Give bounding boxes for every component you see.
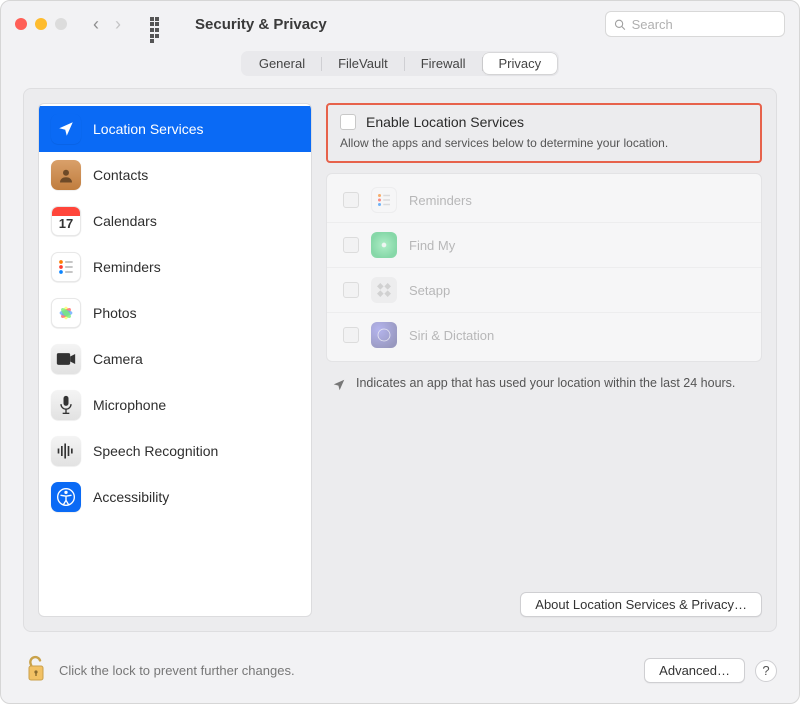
microphone-icon xyxy=(51,390,81,420)
lock-text: Click the lock to prevent further change… xyxy=(59,663,295,678)
siri-icon xyxy=(371,322,397,348)
app-row-reminders[interactable]: Reminders xyxy=(327,178,761,223)
sidebar-item-label: Speech Recognition xyxy=(93,443,218,459)
sidebar-item-microphone[interactable]: Microphone xyxy=(39,382,311,428)
app-checkbox[interactable] xyxy=(343,192,359,208)
advanced-button[interactable]: Advanced… xyxy=(644,658,745,683)
app-row-setapp[interactable]: Setapp xyxy=(327,268,761,313)
enable-location-subtext: Allow the apps and services below to det… xyxy=(340,136,748,150)
app-checkbox[interactable] xyxy=(343,327,359,343)
reminders-icon xyxy=(371,187,397,213)
help-button[interactable]: ? xyxy=(755,660,777,682)
location-arrow-icon xyxy=(51,114,81,144)
photos-icon xyxy=(51,298,81,328)
find-my-icon xyxy=(371,232,397,258)
camera-icon xyxy=(51,344,81,374)
search-field[interactable] xyxy=(605,11,785,37)
app-row-siri-dictation[interactable]: Siri & Dictation xyxy=(327,313,761,357)
sidebar-item-contacts[interactable]: Contacts xyxy=(39,152,311,198)
tabs-row: General FileVault Firewall Privacy xyxy=(1,47,799,88)
reminders-icon xyxy=(51,252,81,282)
sidebar-item-photos[interactable]: Photos xyxy=(39,290,311,336)
enable-location-checkbox[interactable] xyxy=(340,114,356,130)
sidebar-item-label: Location Services xyxy=(93,121,204,137)
app-checkbox[interactable] xyxy=(343,237,359,253)
app-label: Siri & Dictation xyxy=(409,328,494,343)
enable-location-highlight: Enable Location Services Allow the apps … xyxy=(326,103,762,163)
sidebar-item-camera[interactable]: Camera xyxy=(39,336,311,382)
tab-general[interactable]: General xyxy=(243,53,321,74)
nav-arrows: ‹ › xyxy=(93,15,121,33)
tab-privacy[interactable]: Privacy xyxy=(483,53,558,74)
window-title: Security & Privacy xyxy=(195,16,327,33)
back-button[interactable]: ‹ xyxy=(93,15,99,33)
titlebar: ‹ › Security & Privacy xyxy=(1,1,799,47)
minimize-window-button[interactable] xyxy=(35,18,47,30)
sidebar-item-calendars[interactable]: 17 Calendars xyxy=(39,198,311,244)
sidebar-item-label: Microphone xyxy=(93,397,166,413)
sidebar-item-label: Calendars xyxy=(93,213,157,229)
sidebar-item-label: Contacts xyxy=(93,167,148,183)
footer: Click the lock to prevent further change… xyxy=(1,646,799,703)
speech-icon xyxy=(51,436,81,466)
search-icon xyxy=(614,18,626,31)
detail-pane: Enable Location Services Allow the apps … xyxy=(326,103,762,617)
tab-filevault[interactable]: FileVault xyxy=(322,53,404,74)
search-input[interactable] xyxy=(632,17,776,32)
app-row-find-my[interactable]: Find My xyxy=(327,223,761,268)
preferences-window: ‹ › Security & Privacy General FileVault… xyxy=(0,0,800,704)
sidebar-item-label: Photos xyxy=(93,305,137,321)
sidebar-item-accessibility[interactable]: Accessibility xyxy=(39,474,311,520)
app-label: Setapp xyxy=(409,283,450,298)
about-location-button[interactable]: About Location Services & Privacy… xyxy=(520,592,762,617)
calendar-icon: 17 xyxy=(51,206,81,236)
sidebar-item-location-services[interactable]: Location Services xyxy=(39,106,311,152)
sidebar-item-label: Reminders xyxy=(93,259,161,275)
show-all-prefs-button[interactable] xyxy=(149,16,165,32)
close-window-button[interactable] xyxy=(15,18,27,30)
enable-location-label: Enable Location Services xyxy=(366,114,524,130)
location-apps-list: Reminders Find My Setapp xyxy=(326,173,762,362)
app-label: Reminders xyxy=(409,193,472,208)
indicator-note-text: Indicates an app that has used your loca… xyxy=(356,376,735,390)
privacy-sidebar: Location Services Contacts 17 Calendars … xyxy=(38,103,312,617)
main-panel: Location Services Contacts 17 Calendars … xyxy=(23,88,777,632)
zoom-window-button[interactable] xyxy=(55,18,67,30)
sidebar-item-label: Accessibility xyxy=(93,489,169,505)
app-label: Find My xyxy=(409,238,455,253)
setapp-icon xyxy=(371,277,397,303)
lock-button[interactable] xyxy=(23,654,49,687)
sidebar-item-label: Camera xyxy=(93,351,143,367)
location-arrow-icon xyxy=(332,378,346,392)
window-controls xyxy=(15,18,67,30)
forward-button[interactable]: › xyxy=(115,15,121,33)
location-indicator-note: Indicates an app that has used your loca… xyxy=(326,362,762,392)
sidebar-item-speech-recognition[interactable]: Speech Recognition xyxy=(39,428,311,474)
sidebar-item-reminders[interactable]: Reminders xyxy=(39,244,311,290)
contacts-icon xyxy=(51,160,81,190)
segmented-control: General FileVault Firewall Privacy xyxy=(241,51,559,76)
tab-firewall[interactable]: Firewall xyxy=(405,53,482,74)
app-checkbox[interactable] xyxy=(343,282,359,298)
accessibility-icon xyxy=(51,482,81,512)
